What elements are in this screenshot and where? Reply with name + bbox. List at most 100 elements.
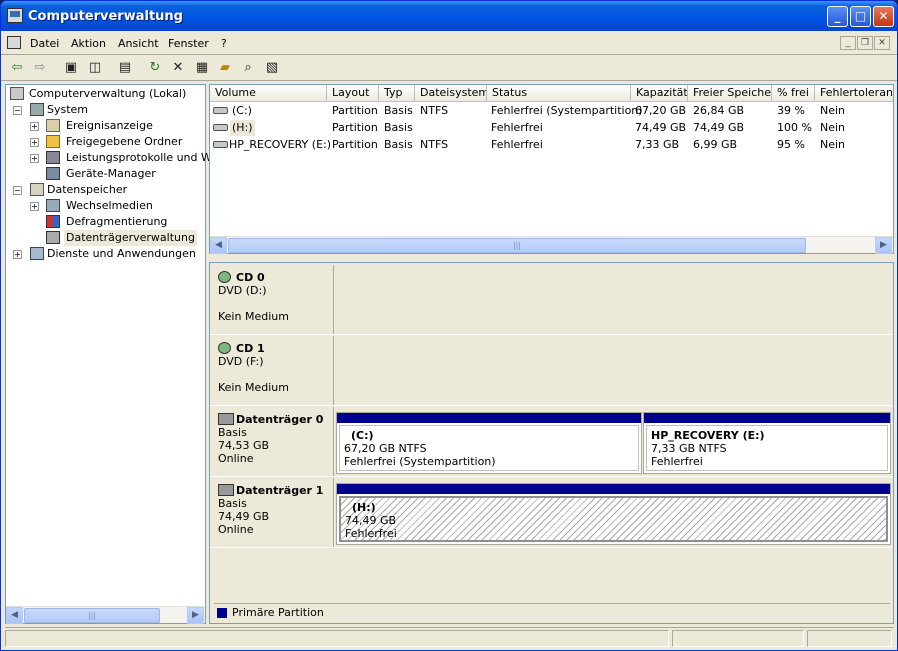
disk-name: CD 0 xyxy=(218,271,333,284)
child-minimize-button[interactable]: _ xyxy=(840,36,856,50)
tree-label-ereignisanzeige: Ereignisanzeige xyxy=(66,119,153,132)
status-segment-main xyxy=(5,630,669,647)
disk0-state: Online xyxy=(218,452,254,465)
menu-help[interactable]: ? xyxy=(221,37,227,50)
disk0-kind: Basis xyxy=(218,426,247,439)
tree-label-wechselmedien: Wechselmedien xyxy=(66,199,153,212)
computer-icon xyxy=(10,87,24,100)
disk-row-cd0[interactable]: CD 0 DVD (D:) Kein Medium xyxy=(210,265,893,335)
computer-management-icon xyxy=(7,8,23,23)
cd0-name: CD 0 xyxy=(236,271,265,284)
cd1-name: CD 1 xyxy=(236,342,265,355)
table-row[interactable]: (H:) Partition Basis Fehlerfrei 74,49 GB… xyxy=(210,120,893,136)
tree-label-geraete-manager: Geräte-Manager xyxy=(66,167,156,180)
menu-fenster[interactable]: Fenster xyxy=(168,37,209,50)
partition-body: (C:) 67,20 GB NTFS Fehlerfrei (Systempar… xyxy=(339,425,639,471)
collapse-icon[interactable]: − xyxy=(13,106,22,115)
column-header-kapazitaet[interactable]: Kapazität xyxy=(631,85,688,102)
partition-bar xyxy=(337,413,641,423)
column-header-fehlertoleranz[interactable]: Fehlertoleranz xyxy=(815,85,893,102)
disk-info-datentraeger-0[interactable]: Datenträger 0 Basis 74,53 GB Online xyxy=(210,407,334,476)
system-tools-icon xyxy=(30,103,44,116)
show-tree-icon[interactable]: ◫ xyxy=(86,59,104,77)
refresh-icon[interactable]: ↻ xyxy=(146,59,164,77)
close-button[interactable]: ✕ xyxy=(873,6,894,27)
expand-icon[interactable]: + xyxy=(30,122,39,131)
delete-icon[interactable]: ✕ xyxy=(169,59,187,77)
menu-ansicht[interactable]: Ansicht xyxy=(118,37,159,50)
scroll-left-icon[interactable]: ◀ xyxy=(210,237,227,254)
disk-info-cd1[interactable]: CD 1 DVD (F:) Kein Medium xyxy=(210,336,334,405)
tree-label-datenspeicher: Datenspeicher xyxy=(47,183,128,196)
app-menu-icon[interactable] xyxy=(7,36,21,49)
partition-bar xyxy=(337,484,890,494)
disk-info-datentraeger-1[interactable]: Datenträger 1 Basis 74,49 GB Online xyxy=(210,478,334,547)
partition-size: 74,49 GB xyxy=(345,514,397,527)
disk-row-datentraeger-1[interactable]: Datenträger 1 Basis 74,49 GB Online (H:)… xyxy=(210,478,893,548)
column-header-prozent-frei[interactable]: % frei xyxy=(772,85,815,102)
cell-freier-speicher: 26,84 GB xyxy=(693,104,745,117)
partition-h[interactable]: (H:) 74,49 GB Fehlerfrei xyxy=(336,483,891,545)
device-manager-icon xyxy=(46,167,60,180)
disk-name: CD 1 xyxy=(218,342,333,355)
cell-prozent-frei: 39 % xyxy=(777,104,805,117)
expand-icon[interactable]: + xyxy=(13,250,22,259)
scroll-left-icon[interactable]: ◀ xyxy=(6,607,23,624)
expand-icon[interactable]: + xyxy=(30,202,39,211)
menu-datei[interactable]: Datei xyxy=(30,37,59,50)
cell-volume: (C:) xyxy=(232,104,252,117)
tree-label-defragmentierung: Defragmentierung xyxy=(66,215,168,228)
column-header-status[interactable]: Status xyxy=(487,85,631,102)
tree-label-root: Computerverwaltung (Lokal) xyxy=(29,87,187,100)
properties-icon[interactable]: ▤ xyxy=(116,59,134,77)
partition-hp-recovery[interactable]: HP_RECOVERY (E:) 7,33 GB NTFS Fehlerfrei xyxy=(643,412,891,474)
partition-name: (H:) xyxy=(352,501,376,514)
cell-fehlertoleranz: Nein xyxy=(820,104,846,117)
collapse-icon[interactable]: − xyxy=(13,186,22,195)
table-row[interactable]: HP_RECOVERY (E:) Partition Basis NTFS Fe… xyxy=(210,137,893,153)
column-header-freier-speicher[interactable]: Freier Speicher xyxy=(688,85,772,102)
expand-icon[interactable]: + xyxy=(30,138,39,147)
scroll-thumb[interactable]: ||| xyxy=(24,608,160,623)
disk1-size: 74,49 GB xyxy=(218,510,270,523)
disk-info-cd0[interactable]: CD 0 DVD (D:) Kein Medium xyxy=(210,265,334,334)
back-icon[interactable]: ⇦ xyxy=(8,59,26,77)
minimize-button[interactable]: _ xyxy=(827,6,848,27)
disk-management-icon xyxy=(46,231,60,244)
disk-row-datentraeger-0[interactable]: Datenträger 0 Basis 74,53 GB Online (C:)… xyxy=(210,407,893,477)
child-restore-button[interactable]: ❐ xyxy=(857,36,873,50)
search-icon[interactable]: ⌕ xyxy=(239,59,257,77)
column-header-dateisystem[interactable]: Dateisystem xyxy=(415,85,487,102)
maximize-button[interactable]: □ xyxy=(850,6,871,27)
disk1-state: Online xyxy=(218,523,254,536)
up-folder-icon[interactable]: ▣ xyxy=(62,59,80,77)
open-folder-icon[interactable]: ▰ xyxy=(216,59,234,77)
title-bar[interactable]: Computerverwaltung _ □ ✕ xyxy=(1,1,897,31)
disk-row-cd1[interactable]: CD 1 DVD (F:) Kein Medium xyxy=(210,336,893,406)
child-close-button[interactable]: ✕ xyxy=(874,36,890,50)
check-icon[interactable]: ▦ xyxy=(193,59,211,77)
column-header-layout[interactable]: Layout xyxy=(327,85,379,102)
scroll-right-icon[interactable]: ▶ xyxy=(187,607,204,624)
partition-body: HP_RECOVERY (E:) 7,33 GB NTFS Fehlerfrei xyxy=(646,425,888,471)
export-icon[interactable]: ▧ xyxy=(263,59,281,77)
cd1-type: DVD (F:) xyxy=(218,355,264,368)
status-segment-2 xyxy=(672,630,804,647)
list-horizontal-scrollbar[interactable]: ◀ ||| ▶ xyxy=(210,236,893,254)
cell-kapazitaet: 7,33 GB xyxy=(635,138,680,151)
forward-icon[interactable]: ⇨ xyxy=(31,59,49,77)
partition-c[interactable]: (C:) 67,20 GB NTFS Fehlerfrei (Systempar… xyxy=(336,412,642,474)
tree-horizontal-scrollbar[interactable]: ◀ ||| ▶ xyxy=(6,606,205,624)
cell-kapazitaet: 74,49 GB xyxy=(635,121,687,134)
column-header-volume[interactable]: Volume xyxy=(210,85,327,102)
menu-aktion[interactable]: Aktion xyxy=(71,37,106,50)
volume-list: Volume Layout Typ Dateisystem Status Kap… xyxy=(209,84,894,254)
table-row[interactable]: (C:) Partition Basis NTFS Fehlerfrei (Sy… xyxy=(210,103,893,119)
cell-volume: HP_RECOVERY (E:) xyxy=(229,138,332,151)
scroll-right-icon[interactable]: ▶ xyxy=(875,237,892,254)
partition-status: Fehlerfrei xyxy=(345,527,397,540)
expand-icon[interactable]: + xyxy=(30,154,39,163)
scroll-thumb[interactable]: ||| xyxy=(228,238,806,253)
event-viewer-icon xyxy=(46,119,60,132)
column-header-typ[interactable]: Typ xyxy=(379,85,415,102)
